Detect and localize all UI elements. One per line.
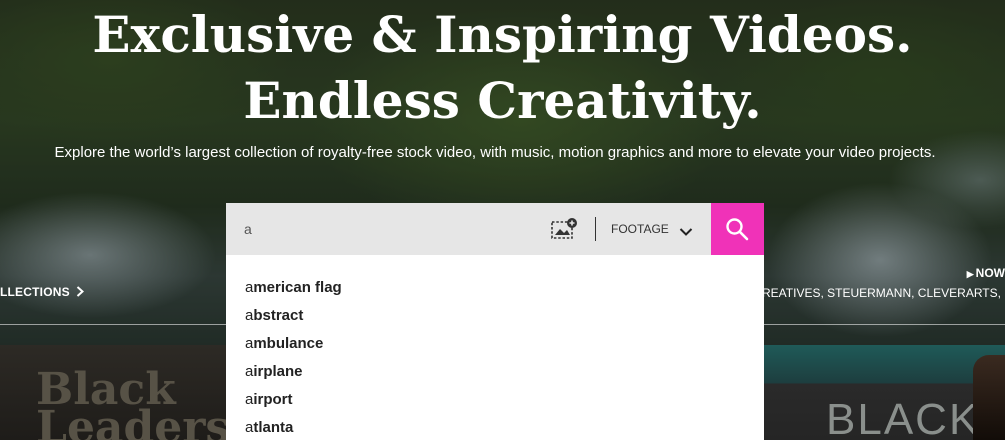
media-type-label: FOOTAGE — [611, 222, 669, 236]
suggestion-item[interactable]: ambulance — [245, 335, 323, 352]
hero-subtext: Explore the world’s largest collection o… — [54, 144, 936, 161]
play-triangle-icon: ▶ — [966, 269, 974, 279]
thumbnail-right-title: BLACK — [826, 395, 981, 440]
search-input[interactable] — [226, 203, 541, 255]
suggestion-item[interactable]: abstract — [245, 307, 303, 324]
search-button[interactable] — [711, 203, 764, 255]
now-link[interactable]: ▶ NOW — [967, 266, 1005, 280]
suggestion-item[interactable]: airplane — [245, 363, 303, 380]
suggestion-completion: mbulance — [253, 335, 324, 352]
media-type-dropdown[interactable]: FOOTAGE — [604, 203, 704, 255]
suggestion-completion: bstract — [253, 307, 304, 324]
collection-thumbnail-left[interactable]: Black Leaders — [0, 345, 228, 440]
thumbnail-person-image — [973, 355, 1005, 440]
search-suggestions: american flag abstract ambulance airplan… — [226, 255, 764, 440]
suggestion-item[interactable]: airport — [245, 391, 293, 408]
search-icon — [726, 218, 749, 241]
suggestion-item[interactable]: atlanta — [245, 419, 293, 436]
collection-thumbnail-right[interactable]: BLACK — [764, 345, 1005, 440]
search-bar: FOOTAGE — [226, 203, 764, 255]
search-separator — [595, 217, 596, 241]
hero-headline-line1: Exclusive & Inspiring Videos. — [92, 5, 913, 64]
collections-link[interactable]: LLECTIONS — [0, 285, 85, 299]
image-search-icon[interactable] — [551, 218, 579, 240]
suggestion-completion: irplane — [253, 363, 303, 380]
suggestion-item[interactable]: american flag — [245, 279, 342, 296]
chevron-down-icon — [679, 222, 693, 241]
suggestion-completion: tlanta — [253, 419, 294, 436]
collections-link-label: LLECTIONS — [0, 285, 70, 299]
now-link-label: NOW — [975, 266, 1005, 280]
hero-headline-line2: Endless Creativity. — [243, 71, 762, 130]
suggestion-completion: irport — [253, 391, 293, 408]
chevron-right-icon — [73, 285, 85, 299]
suggestion-completion: merican flag — [253, 279, 342, 296]
thumbnail-left-title: Black Leaders — [36, 364, 228, 440]
partners-list: REATIVES, STEUERMANN, CLEVERARTS, DA — [762, 286, 1005, 300]
